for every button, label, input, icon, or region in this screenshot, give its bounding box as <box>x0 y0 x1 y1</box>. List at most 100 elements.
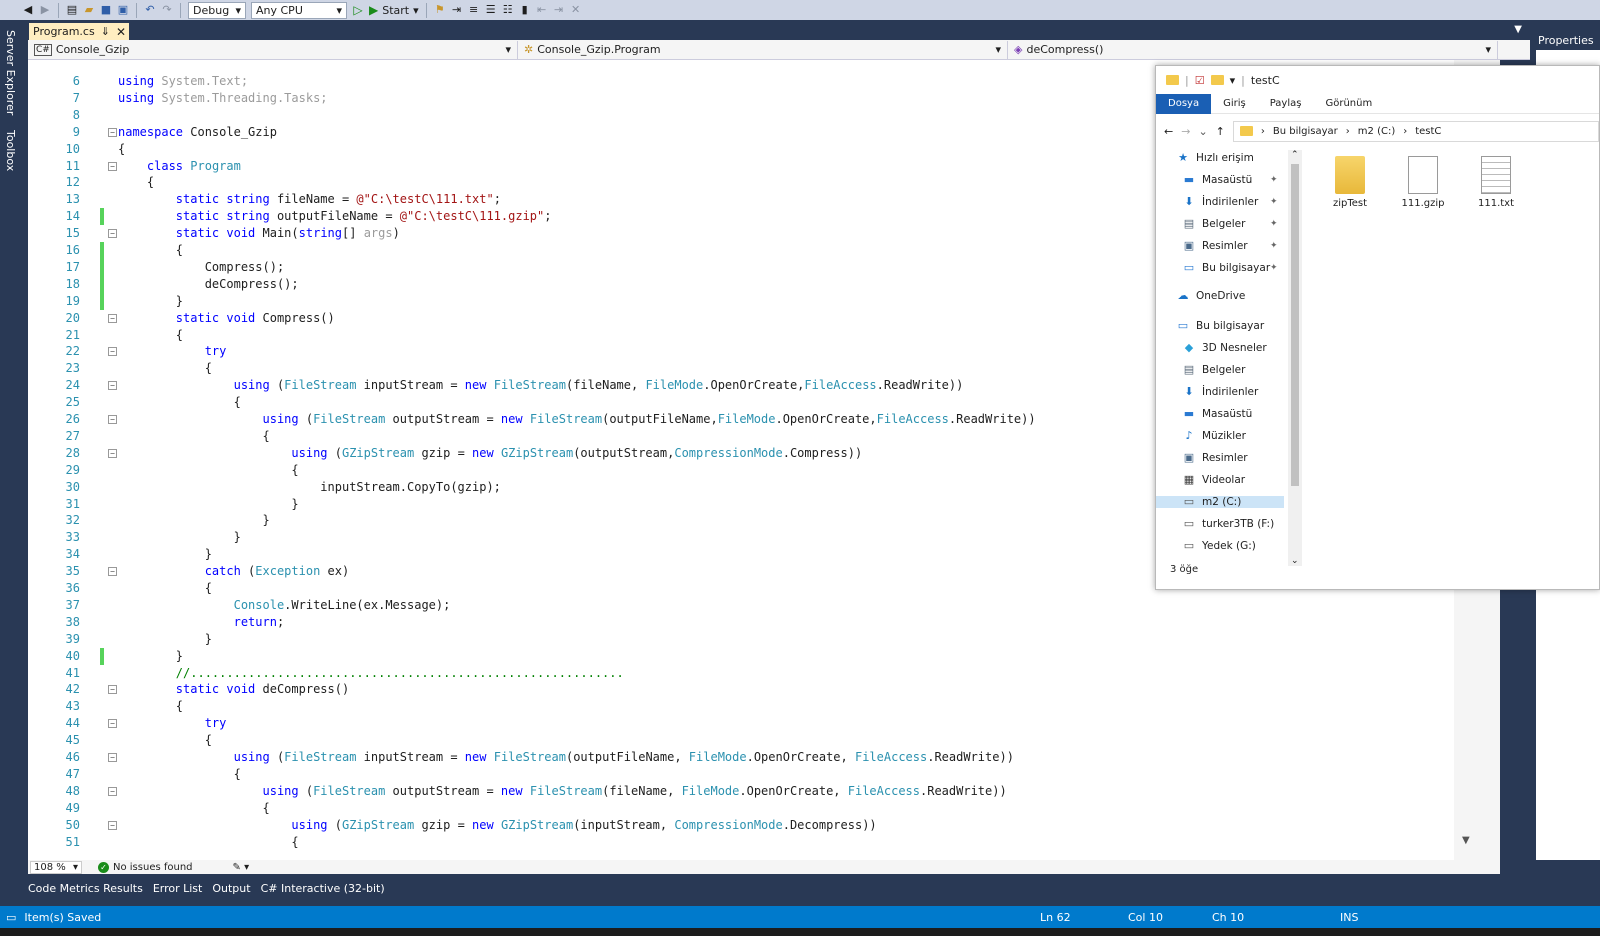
run-without-debug-icon[interactable]: ▷ <box>352 4 364 16</box>
step-icon[interactable]: ⇥ <box>451 4 463 16</box>
ribbon-tab[interactable]: Görünüm <box>1313 98 1384 109</box>
nav-item[interactable]: ♪ Müzikler <box>1182 430 1245 443</box>
chevron-right-icon[interactable]: › <box>1261 126 1265 137</box>
pin-icon[interactable]: ✦ <box>1270 263 1278 273</box>
zoom-select[interactable]: 108 % ▾ <box>30 860 82 874</box>
code-line[interactable]: 40 } <box>28 647 1454 665</box>
nav-item[interactable]: ◆ 3D Nesneler <box>1182 342 1267 355</box>
code-line[interactable]: 44 − try <box>28 715 1454 732</box>
collapse-icon[interactable]: − <box>108 229 117 239</box>
undo-icon[interactable]: ↶ <box>144 4 156 16</box>
up-icon[interactable]: ↑ <box>1216 125 1225 138</box>
pin-icon[interactable]: ✦ <box>1270 241 1278 251</box>
find-icon[interactable]: ⚑ <box>434 4 446 16</box>
code-line[interactable]: 37 Console.WriteLine(ex.Message); <box>28 597 1454 614</box>
nav-item[interactable]: ☁ OneDrive <box>1176 290 1246 303</box>
chevron-down-icon[interactable]: ▼ <box>1462 835 1470 846</box>
ribbon-tab[interactable]: Giriş <box>1211 98 1258 109</box>
back-icon[interactable]: ◀ <box>22 4 34 16</box>
nav-item[interactable]: ▤ Belgeler <box>1182 364 1246 377</box>
customize-icon[interactable]: ▾ <box>1230 74 1236 87</box>
nav-item[interactable]: ▭ Bu bilgisayar <box>1176 320 1264 333</box>
nav-item[interactable]: ▣ Resimler <box>1182 240 1248 253</box>
solution-configuration-select[interactable]: Debug ▾ <box>188 1 246 19</box>
bottom-tab[interactable]: Error List <box>153 882 203 898</box>
chevron-down-icon[interactable]: ▼ <box>1514 24 1522 35</box>
bookmark-icon[interactable]: ▮ <box>519 4 531 16</box>
uncomment-icon[interactable]: ☷ <box>502 4 514 16</box>
breadcrumb-segment[interactable]: Bu bilgisayar <box>1273 126 1338 137</box>
chevron-right-icon[interactable]: › <box>1403 126 1407 137</box>
code-line[interactable]: 41 //...................................… <box>28 665 1454 682</box>
nav-item[interactable]: ▤ Belgeler <box>1182 218 1246 231</box>
new-project-icon[interactable]: ▤ <box>66 4 78 16</box>
properties-tab[interactable]: Properties <box>1534 30 1600 50</box>
collapse-icon[interactable]: − <box>108 567 117 577</box>
code-line[interactable]: 43 { <box>28 698 1454 715</box>
server-explorer-tab[interactable]: Server Explorer <box>4 30 17 115</box>
nav-item[interactable]: ⬇ İndirilenler <box>1182 196 1258 209</box>
insert-mode-indicator[interactable]: INS <box>1340 911 1358 924</box>
bottom-tab[interactable]: Output <box>212 882 250 898</box>
file-item[interactable]: 111.gzip <box>1395 156 1451 209</box>
forward-icon[interactable]: ▶ <box>39 4 51 16</box>
collapse-icon[interactable]: − <box>108 127 117 137</box>
nav-item[interactable]: ⬇ İndirilenler <box>1182 386 1258 399</box>
project-select[interactable]: C# Console_Gzip ▾ <box>28 40 518 59</box>
code-line[interactable]: 47 { <box>28 766 1454 783</box>
code-line[interactable]: 48− using (FileStream outputStream = new… <box>28 783 1454 800</box>
open-file-icon[interactable]: ▰ <box>83 4 95 16</box>
brush-icon[interactable]: ✎ ▾ <box>233 862 250 873</box>
comment-icon[interactable]: ☰ <box>485 4 497 16</box>
address-bar[interactable]: › Bu bilgisayar › m2 (C:) › testC <box>1232 120 1599 142</box>
collapse-icon[interactable]: − <box>108 786 117 796</box>
char-indicator[interactable]: Ch 10 <box>1212 911 1244 924</box>
next-bookmark-icon[interactable]: ⇥ <box>553 4 565 16</box>
collapse-icon[interactable]: − <box>108 161 117 171</box>
pin-icon[interactable]: ⇓ <box>101 25 110 38</box>
chevron-down-icon[interactable]: ⌄ <box>1291 556 1299 566</box>
code-line[interactable]: 46 − using (FileStream inputStream = new … <box>28 749 1454 766</box>
ribbon-tab[interactable]: Paylaş <box>1258 98 1314 109</box>
code-line[interactable]: 42 − static void deCompress() <box>28 681 1454 698</box>
chevron-right-icon[interactable]: › <box>1346 126 1350 137</box>
indent-icon[interactable]: ≡ <box>468 4 480 16</box>
chevron-down-icon[interactable]: ⌄ <box>1198 125 1207 138</box>
issues-indicator[interactable]: ✓ No issues found <box>98 861 193 873</box>
collapse-icon[interactable]: − <box>108 820 117 830</box>
collapse-icon[interactable]: − <box>108 448 117 458</box>
new-folder-icon[interactable] <box>1210 75 1224 85</box>
redo-icon[interactable]: ↷ <box>161 4 173 16</box>
collapse-icon[interactable]: − <box>108 685 117 695</box>
clear-bookmarks-icon[interactable]: ✕ <box>570 4 582 16</box>
close-icon[interactable]: ✕ <box>116 25 126 39</box>
forward-icon[interactable]: → <box>1181 125 1190 138</box>
pin-icon[interactable]: ✦ <box>1270 219 1278 229</box>
code-line[interactable]: 39 } <box>28 631 1454 648</box>
code-line[interactable]: 38 return; <box>28 614 1454 631</box>
collapse-icon[interactable]: − <box>108 347 117 357</box>
column-indicator[interactable]: Col 10 <box>1128 911 1163 924</box>
code-line[interactable]: 49 { <box>28 800 1454 817</box>
nav-item[interactable]: ▣ Resimler <box>1182 452 1248 465</box>
back-icon[interactable]: ← <box>1164 125 1173 138</box>
member-select[interactable]: ◈ deCompress() ▾ <box>1008 40 1498 59</box>
tab-program-cs[interactable]: Program.cs ⇓ ✕ <box>29 23 129 40</box>
scroll-thumb[interactable] <box>1291 164 1299 486</box>
nav-item[interactable]: ▬ Masaüstü <box>1182 174 1253 187</box>
pin-icon[interactable]: ✦ <box>1270 197 1278 207</box>
code-line[interactable]: 45 { <box>28 732 1454 749</box>
collapse-icon[interactable]: − <box>108 381 117 391</box>
properties-icon[interactable]: ☑ <box>1195 74 1205 87</box>
save-all-icon[interactable]: ▣ <box>117 4 129 16</box>
collapse-icon[interactable]: − <box>108 753 117 762</box>
start-button[interactable]: ▶ Start ▾ <box>369 3 419 17</box>
toolbox-tab[interactable]: Toolbox <box>4 130 17 171</box>
file-item[interactable]: zipTest <box>1322 156 1378 209</box>
breadcrumb-segment[interactable]: m2 (C:) <box>1358 126 1395 137</box>
chevron-up-icon[interactable]: ⌃ <box>1291 150 1299 160</box>
class-select[interactable]: ✲ Console_Gzip.Program ▾ <box>518 40 1008 59</box>
collapse-icon[interactable]: − <box>108 313 117 323</box>
navigation-pane-scrollbar[interactable]: ⌃ ⌄ <box>1288 150 1302 566</box>
nav-item[interactable]: ▭ m2 (C:) <box>1156 496 1284 508</box>
